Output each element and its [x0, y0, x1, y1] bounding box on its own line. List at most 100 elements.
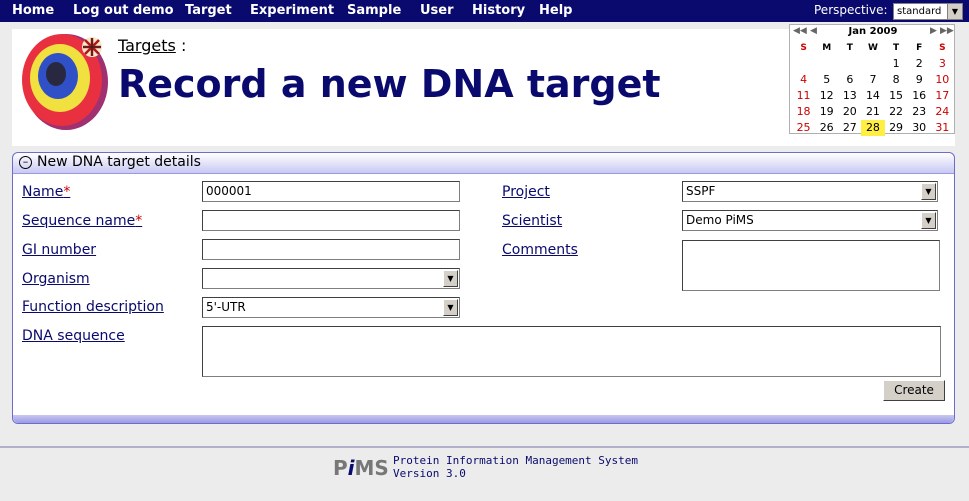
calendar-day[interactable]: 23: [908, 104, 931, 120]
chevron-down-icon: ▼: [921, 212, 936, 229]
scientist-select[interactable]: Demo PiMS ▼: [682, 210, 938, 231]
scientist-label: Scientist: [502, 213, 563, 229]
function-description-select[interactable]: 5'-UTR ▼: [202, 297, 460, 318]
calendar-day[interactable]: 22: [885, 104, 908, 120]
calendar-day[interactable]: 9: [908, 72, 931, 88]
name-label: Name*: [22, 184, 71, 200]
breadcrumb-separator: :: [180, 36, 187, 55]
calendar-day[interactable]: 12: [815, 88, 838, 104]
chevron-down-icon: ▼: [921, 183, 936, 200]
calendar-week-row: 11 12 13 14 15 16 17: [792, 88, 954, 104]
calendar-day[interactable]: 5: [815, 72, 838, 88]
calendar-day[interactable]: 27: [838, 120, 861, 136]
calendar-dow: T: [892, 43, 900, 53]
calendar-day[interactable]: 25: [792, 120, 815, 136]
next-month-icon[interactable]: ▶: [930, 26, 937, 36]
nav-sample[interactable]: Sample: [347, 3, 401, 18]
calendar-week-row: 25 26 27 28 29 30 31: [792, 120, 954, 136]
calendar-day[interactable]: 1: [885, 56, 908, 72]
calendar-day[interactable]: 16: [908, 88, 931, 104]
next-year-icon[interactable]: ▶▶: [940, 26, 954, 36]
scientist-value: Demo PiMS: [686, 213, 754, 227]
collapse-icon[interactable]: –: [19, 156, 32, 169]
chevron-down-icon: ▼: [443, 299, 458, 316]
calendar-dow: T: [846, 43, 853, 53]
calendar-day[interactable]: 11: [792, 88, 815, 104]
calendar-day[interactable]: 8: [885, 72, 908, 88]
sequence-name-label: Sequence name*: [22, 213, 143, 229]
calendar-widget: ◀◀ ◀ Jan 2009 ▶ ▶▶ S M T W T F S 1 2 3 4 5 6 7 8 9 10 11 1…: [789, 24, 955, 136]
calendar-day[interactable]: 24: [931, 104, 954, 120]
calendar-dow-row: SMTWTFS: [792, 40, 954, 56]
calendar-empty-cell: [861, 56, 884, 72]
perspective-label: Perspective:: [814, 3, 888, 17]
nav-target[interactable]: Target: [185, 3, 232, 18]
calendar-day[interactable]: 4: [792, 72, 815, 88]
calendar-empty-cell: [792, 56, 815, 72]
calendar-day[interactable]: 20: [838, 104, 861, 120]
project-label: Project: [502, 184, 550, 200]
function-description-value: 5'-UTR: [206, 300, 246, 314]
calendar-day[interactable]: 15: [885, 88, 908, 104]
nav-log-out[interactable]: Log out demo: [73, 3, 174, 18]
calendar-day[interactable]: 3: [931, 56, 954, 72]
organism-label: Organism: [22, 271, 90, 287]
breadcrumb-targets-link[interactable]: Targets: [118, 36, 176, 55]
calendar-empty-cell: [815, 56, 838, 72]
uk-flag-icon: [82, 37, 102, 57]
perspective-select[interactable]: standard ▼: [893, 3, 963, 20]
calendar-grid: S M T W T F S 1 2 3 4 5 6 7 8 9 10 11 12 13 14 15 16 17 18 19 20 21…: [792, 40, 954, 136]
perspective-value: standard: [897, 6, 942, 17]
pims-logo: PiMS: [333, 456, 389, 480]
calendar-day[interactable]: 10: [931, 72, 954, 88]
nav-home[interactable]: Home: [12, 3, 54, 18]
calendar-day[interactable]: 2: [908, 56, 931, 72]
footer-system-name: Protein Information Management System: [393, 454, 639, 467]
project-select[interactable]: SSPF ▼: [682, 181, 938, 202]
footer-version: Version 3.0: [393, 467, 466, 480]
calendar-empty-cell: [838, 56, 861, 72]
nav-experiment[interactable]: Experiment: [250, 3, 334, 18]
calendar-day[interactable]: 6: [838, 72, 861, 88]
nav-history[interactable]: History: [472, 3, 525, 18]
panel-header: – New DNA target details: [13, 153, 954, 174]
calendar-day[interactable]: 13: [838, 88, 861, 104]
page-title: Record a new DNA target: [118, 62, 661, 106]
calendar-day[interactable]: 29: [885, 120, 908, 136]
gi-number-label: GI number: [22, 242, 97, 258]
organism-select[interactable]: ▼: [202, 268, 460, 289]
panel-title: New DNA target details: [37, 154, 201, 170]
breadcrumb: Targets :: [118, 36, 186, 55]
nav-user[interactable]: User: [420, 3, 454, 18]
calendar-day[interactable]: 30: [908, 120, 931, 136]
required-marker: *: [63, 184, 71, 200]
comments-textarea[interactable]: [682, 240, 940, 291]
calendar-day[interactable]: 17: [931, 88, 954, 104]
footer-divider: [0, 446, 969, 448]
calendar-day[interactable]: 26: [815, 120, 838, 136]
calendar-day[interactable]: 14: [861, 88, 884, 104]
nav-help[interactable]: Help: [539, 3, 572, 18]
panel-footer: [13, 415, 954, 423]
create-button[interactable]: Create: [883, 380, 945, 401]
calendar-week-row: 123: [792, 56, 954, 72]
gi-number-input[interactable]: [202, 239, 460, 260]
calendar-week-row: 4 5 6 7 8 9 10: [792, 72, 954, 88]
calendar-day[interactable]: 19: [815, 104, 838, 120]
footer-text: Protein Information Management System Ve…: [393, 454, 638, 480]
chevron-down-icon: ▼: [947, 4, 962, 19]
calendar-day[interactable]: 21: [861, 104, 884, 120]
sequence-name-input[interactable]: [202, 210, 460, 231]
name-input[interactable]: 000001: [202, 181, 460, 202]
calendar-day[interactable]: 7: [861, 72, 884, 88]
calendar-dow: S: [939, 43, 946, 53]
calendar-day[interactable]: 31: [931, 120, 954, 136]
calendar-day[interactable]: 28: [861, 120, 885, 136]
chevron-down-icon: ▼: [443, 270, 458, 287]
top-nav-bar: Home Log out demo Target Experiment Samp…: [0, 0, 969, 22]
dna-sequence-textarea[interactable]: [202, 326, 941, 377]
calendar-day[interactable]: 18: [792, 104, 815, 120]
calendar-dow: S: [800, 43, 807, 53]
calendar-dow: W: [867, 43, 878, 53]
required-marker: *: [135, 213, 143, 229]
